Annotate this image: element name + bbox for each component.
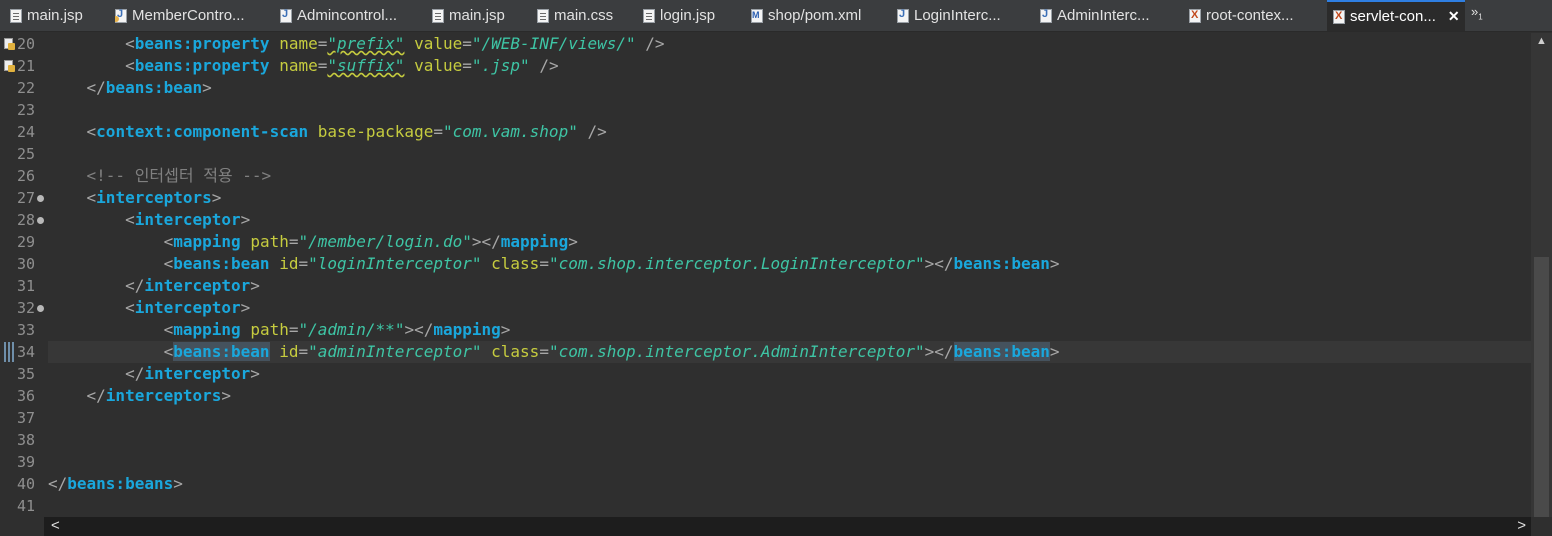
line-number: 31 xyxy=(17,277,36,295)
tab-shop-pom-xml[interactable]: shop/pom.xml xyxy=(751,0,886,31)
editor-tab-bar: main.jsp MemberContro... Admincontrol...… xyxy=(0,0,1552,32)
locked-annotation-icon xyxy=(4,38,15,51)
tab-root-context[interactable]: root-contex... xyxy=(1189,0,1319,31)
code-line-32: <interceptor> xyxy=(125,298,251,317)
line-number: 35 xyxy=(17,365,36,383)
tab-login-jsp[interactable]: login.jsp xyxy=(643,0,743,31)
tab-main-jsp[interactable]: main.jsp xyxy=(10,0,105,31)
line-number: 38 xyxy=(17,431,36,449)
tab-label: main.jsp xyxy=(27,7,83,24)
close-tab-icon[interactable]: ✕ xyxy=(1448,8,1460,25)
code-line-31: </interceptor> xyxy=(125,276,260,295)
scroll-right-arrow-icon[interactable]: > xyxy=(1517,517,1526,534)
vertical-scroll-thumb[interactable] xyxy=(1534,257,1549,525)
tab-overflow-button[interactable]: »1 xyxy=(1471,4,1483,22)
tab-label: main.jsp xyxy=(449,7,505,24)
java-file-icon xyxy=(897,8,909,23)
line-number: 36 xyxy=(17,387,36,405)
java-file-icon xyxy=(115,8,127,23)
fold-toggle-icon[interactable] xyxy=(37,195,44,202)
fold-toggle-icon[interactable] xyxy=(37,217,44,224)
code-line-27: <interceptors> xyxy=(86,188,222,207)
xml-file-icon xyxy=(1189,8,1201,23)
code-line-22: </beans:bean> xyxy=(86,78,212,97)
line-number: 26 xyxy=(17,167,36,185)
tab-main-css[interactable]: main.css xyxy=(537,0,632,31)
code-line-28: <interceptor> xyxy=(125,210,251,229)
scrollbar-corner xyxy=(1531,517,1552,536)
tab-admin-controller[interactable]: Admincontrol... xyxy=(280,0,422,31)
code-line-24: <context:component-scan base-package="co… xyxy=(86,122,607,141)
code-line-21: <beans:property name="suffix" value=".js… xyxy=(125,56,559,75)
line-number: 21 xyxy=(17,57,36,75)
tab-servlet-context[interactable]: servlet-con... ✕ xyxy=(1327,0,1465,31)
code-line-40: </beans:beans> xyxy=(48,474,183,493)
line-number: 33 xyxy=(17,321,36,339)
line-number: 22 xyxy=(17,79,36,97)
line-number: 39 xyxy=(17,453,36,471)
code-line-20: <beans:property name="prefix" value="/WE… xyxy=(125,34,665,53)
tab-main-jsp-2[interactable]: main.jsp xyxy=(432,0,527,31)
line-number: 23 xyxy=(17,101,36,119)
code-line-26: <!-- 인터셉터 적용 --> xyxy=(86,166,272,185)
maven-pom-icon xyxy=(751,8,763,23)
tab-label: shop/pom.xml xyxy=(768,7,862,24)
line-number: 29 xyxy=(17,233,36,251)
xml-file-icon xyxy=(1333,9,1345,24)
code-line-36: </interceptors> xyxy=(86,386,232,405)
code-line-30: <beans:bean id="loginInterceptor" class=… xyxy=(163,254,1060,273)
java-file-icon xyxy=(280,8,292,23)
code-line-35: </interceptor> xyxy=(125,364,260,383)
scroll-up-arrow-icon[interactable]: ▲ xyxy=(1536,35,1547,47)
editor-gutter: 20 21 22 23 24 25 26 27 28 29 30 31 32 3… xyxy=(0,33,44,519)
line-number: 34 xyxy=(17,343,36,361)
java-file-icon xyxy=(1040,8,1052,23)
locked-annotation-icon xyxy=(4,60,15,73)
tab-label: root-contex... xyxy=(1206,7,1294,24)
change-marker xyxy=(4,342,14,362)
css-file-icon xyxy=(537,8,549,23)
code-line-34-current: <beans:bean id="adminInterceptor" class=… xyxy=(48,341,1531,363)
tab-label: login.jsp xyxy=(660,7,716,24)
jsp-file-icon xyxy=(432,8,444,23)
tab-member-controller[interactable]: MemberContro... xyxy=(115,0,270,31)
jsp-file-icon xyxy=(10,8,22,23)
fold-toggle-icon[interactable] xyxy=(37,305,44,312)
tab-label: MemberContro... xyxy=(132,7,245,24)
tab-label: AdminInterc... xyxy=(1057,7,1150,24)
vertical-scrollbar[interactable]: ▲ xyxy=(1531,33,1552,525)
code-editor[interactable]: <beans:property name="prefix" value="/WE… xyxy=(48,33,1531,519)
code-line-33: <mapping path="/admin/**"></mapping> xyxy=(163,320,511,339)
tab-admin-interceptor[interactable]: AdminInterc... xyxy=(1040,0,1175,31)
line-number: 20 xyxy=(17,35,36,53)
tab-label: main.css xyxy=(554,7,614,24)
line-number: 24 xyxy=(17,123,36,141)
tab-login-interceptor[interactable]: LoginInterc... xyxy=(897,0,1027,31)
tab-label: Admincontrol... xyxy=(297,7,398,24)
tab-label: servlet-con... xyxy=(1350,8,1436,25)
scroll-left-arrow-icon[interactable]: < xyxy=(51,517,60,534)
overflow-count: 1 xyxy=(1478,12,1483,22)
jsp-file-icon xyxy=(643,8,655,23)
code-line-29: <mapping path="/member/login.do"></mappi… xyxy=(163,232,578,251)
line-number: 25 xyxy=(17,145,36,163)
horizontal-scrollbar[interactable]: < > xyxy=(44,517,1531,536)
tab-label: LoginInterc... xyxy=(914,7,1001,24)
line-number: 41 xyxy=(17,497,36,515)
line-number: 30 xyxy=(17,255,36,273)
line-number: 37 xyxy=(17,409,36,427)
line-number: 40 xyxy=(17,475,36,493)
